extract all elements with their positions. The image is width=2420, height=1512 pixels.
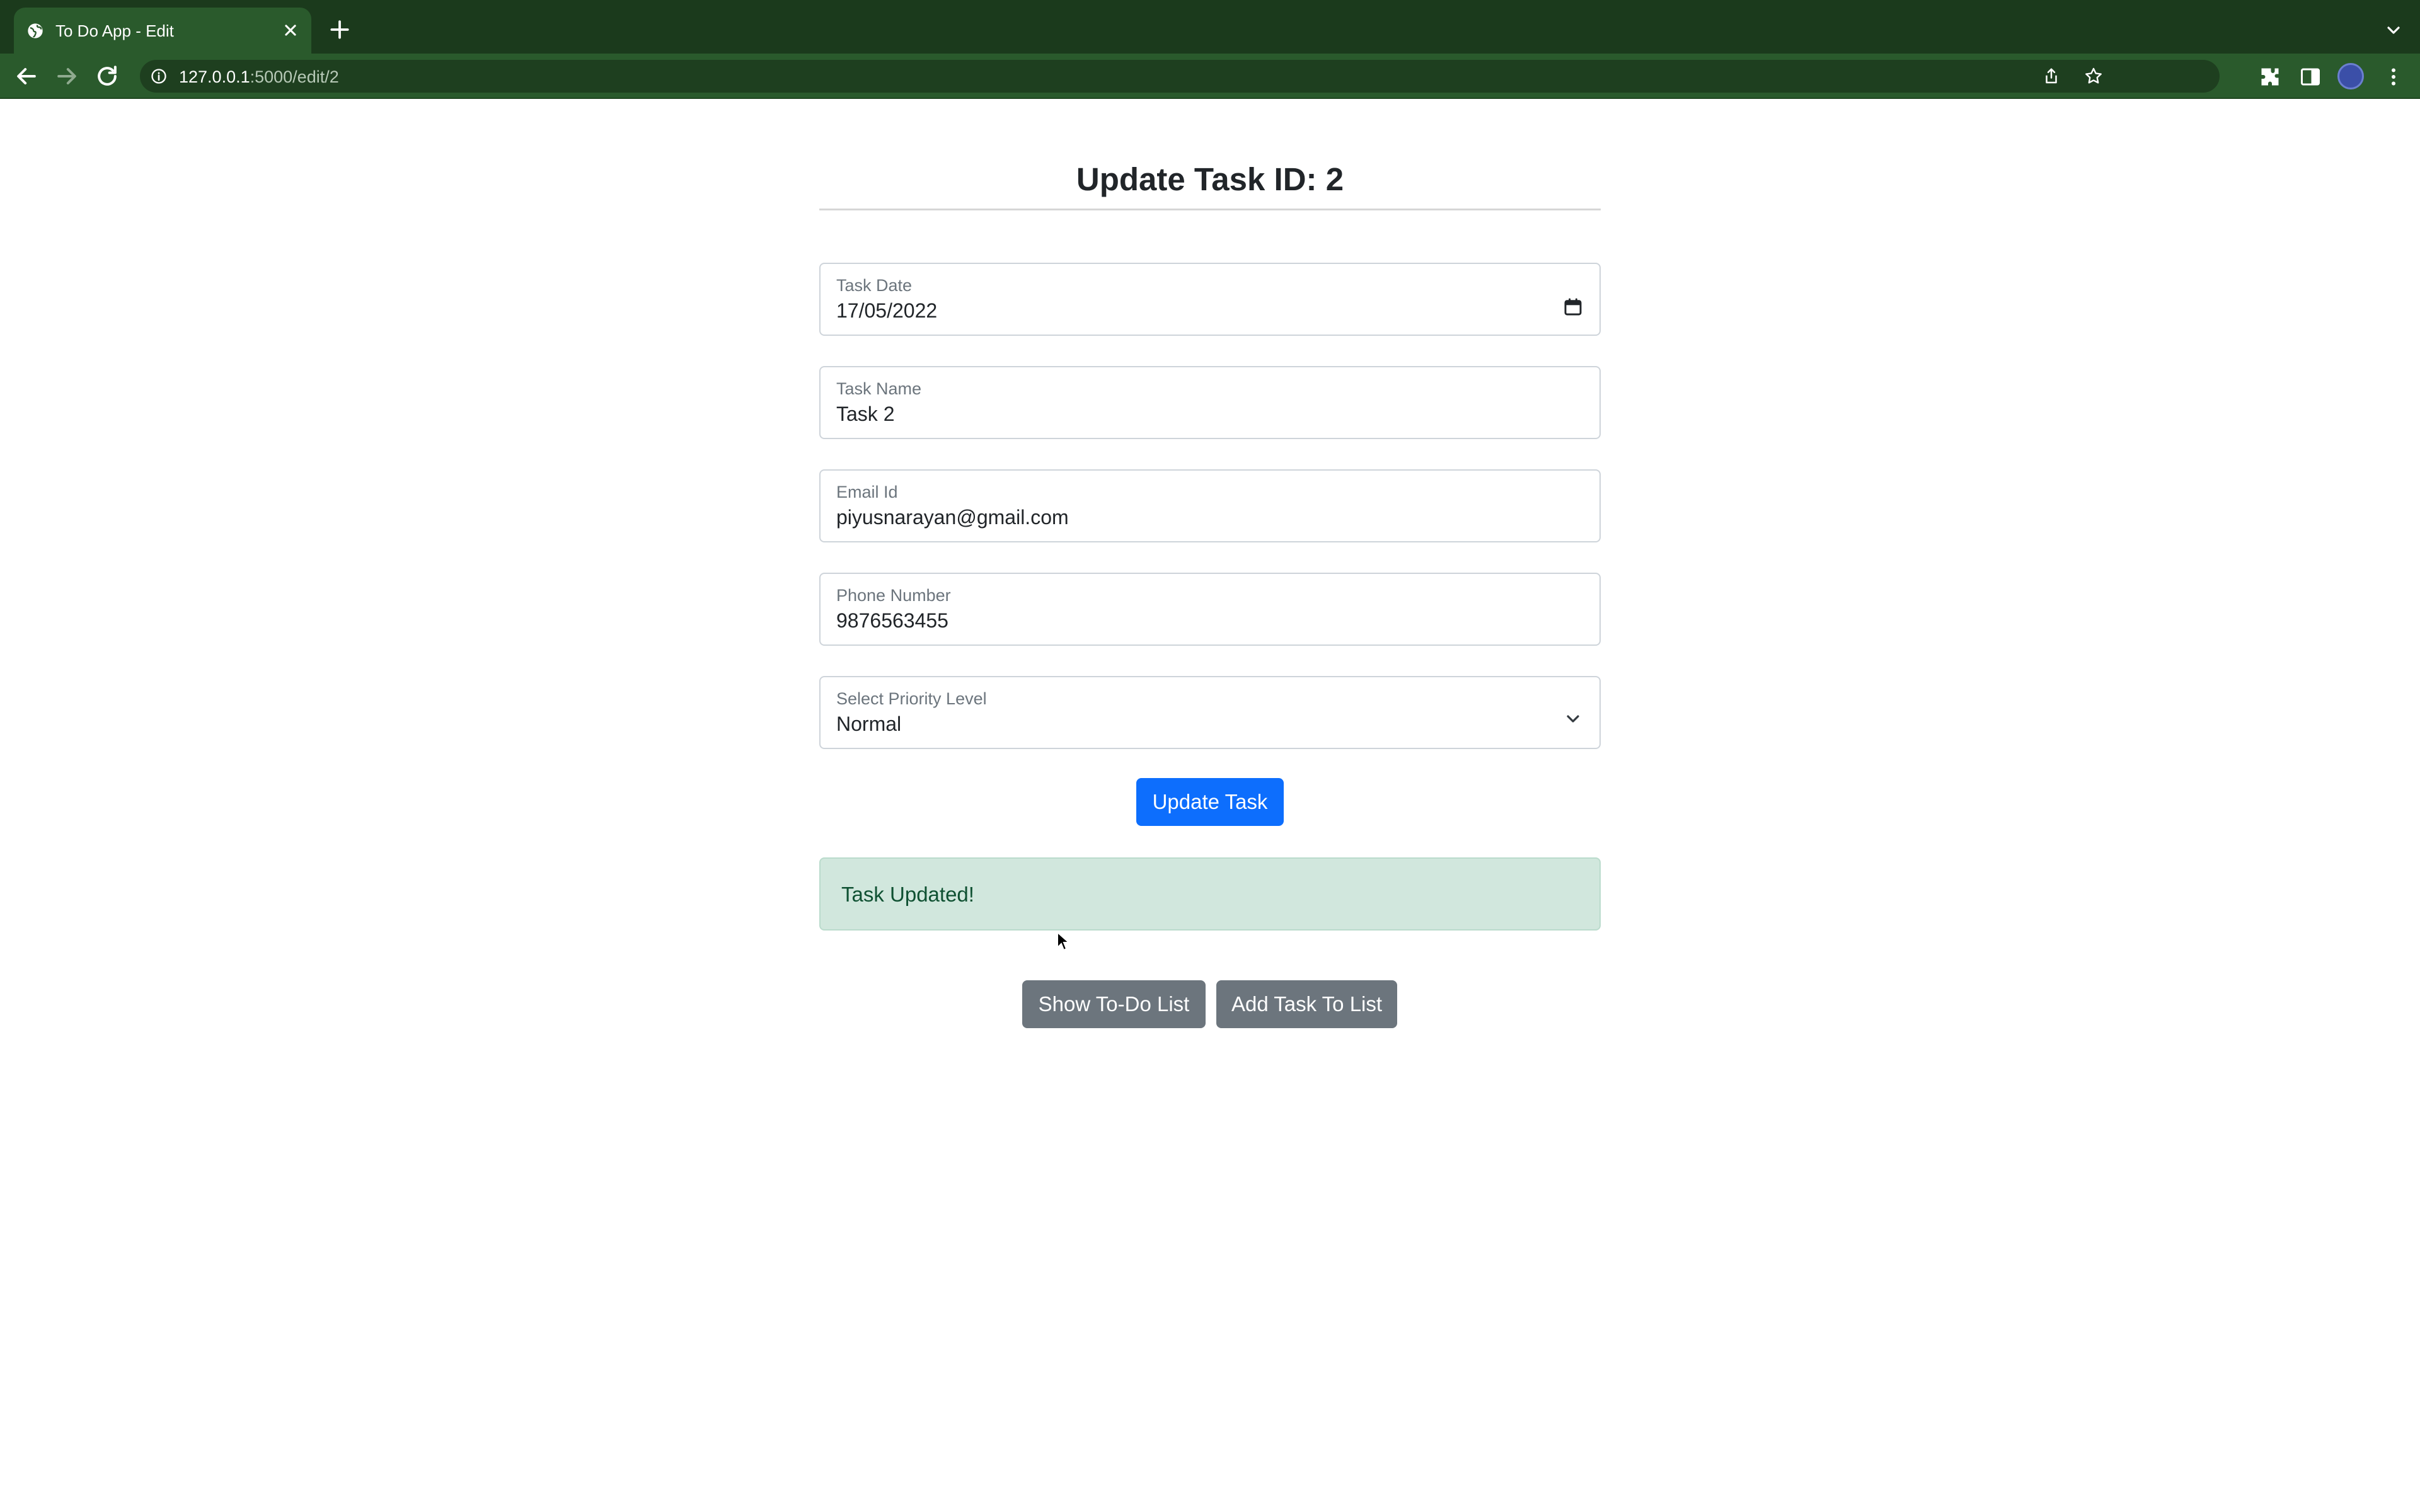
browser-tab[interactable]: To Do App - Edit [14, 8, 311, 54]
alert-message: Task Updated! [841, 883, 974, 906]
page-title: Update Task ID: 2 [1076, 161, 1344, 197]
address-bar[interactable]: 127.0.0.1:5000/edit/2 [140, 60, 2220, 93]
reload-icon[interactable] [93, 62, 121, 90]
phone-label: Phone Number [836, 586, 951, 605]
globe-icon [28, 23, 43, 38]
url-path: :5000/edit/2 [250, 67, 339, 86]
show-todo-list-button[interactable]: Show To-Do List [1022, 980, 1206, 1028]
calendar-icon[interactable] [1563, 297, 1583, 317]
toolbar-divider [0, 98, 2420, 99]
task-name-field[interactable]: Task Name Task 2 [819, 366, 1601, 439]
back-arrow-icon[interactable] [13, 62, 40, 90]
success-alert: Task Updated! [819, 857, 1601, 931]
new-tab-icon[interactable] [328, 18, 352, 42]
close-tab-icon[interactable] [280, 20, 301, 41]
add-task-button[interactable]: Add Task To List [1216, 980, 1397, 1028]
bookmark-star-icon[interactable] [2083, 66, 2104, 86]
task-date-value[interactable]: 17/05/2022 [836, 299, 1530, 323]
chevron-down-icon[interactable] [1563, 709, 1583, 729]
task-name-label: Task Name [836, 379, 922, 398]
phone-input[interactable]: 9876563455 [836, 609, 1530, 633]
email-label: Email Id [836, 483, 898, 501]
priority-value[interactable]: Normal [836, 712, 1530, 736]
share-icon[interactable] [2042, 67, 2061, 86]
tab-title: To Do App - Edit [55, 21, 174, 40]
forward-arrow-icon[interactable] [53, 62, 81, 90]
phone-field[interactable]: Phone Number 9876563455 [819, 573, 1601, 646]
extensions-icon[interactable] [2259, 66, 2281, 88]
site-info-icon[interactable] [150, 67, 168, 85]
browser-toolbar: 127.0.0.1:5000/edit/2 [0, 54, 2420, 99]
side-panel-icon[interactable] [2299, 66, 2322, 88]
task-date-label: Task Date [836, 276, 913, 295]
task-date-field[interactable]: Task Date 17/05/2022 [819, 263, 1601, 336]
title-divider [819, 209, 1601, 210]
profile-avatar[interactable] [2337, 63, 2364, 89]
update-task-button[interactable]: Update Task [1136, 778, 1284, 826]
browser-tab-strip: To Do App - Edit [0, 0, 2420, 54]
email-field[interactable]: Email Id piyusnarayan@gmail.com [819, 469, 1601, 542]
task-name-input[interactable]: Task 2 [836, 402, 1530, 426]
more-menu-icon[interactable] [2382, 64, 2405, 89]
url-host: 127.0.0.1 [179, 67, 250, 86]
email-input[interactable]: piyusnarayan@gmail.com [836, 505, 1530, 529]
priority-select[interactable]: Select Priority Level Normal [819, 676, 1601, 749]
url-text[interactable]: 127.0.0.1:5000/edit/2 [179, 67, 339, 86]
mouse-cursor-icon [1057, 931, 1070, 951]
priority-label: Select Priority Level [836, 689, 987, 708]
chevron-down-icon[interactable] [2383, 20, 2404, 40]
